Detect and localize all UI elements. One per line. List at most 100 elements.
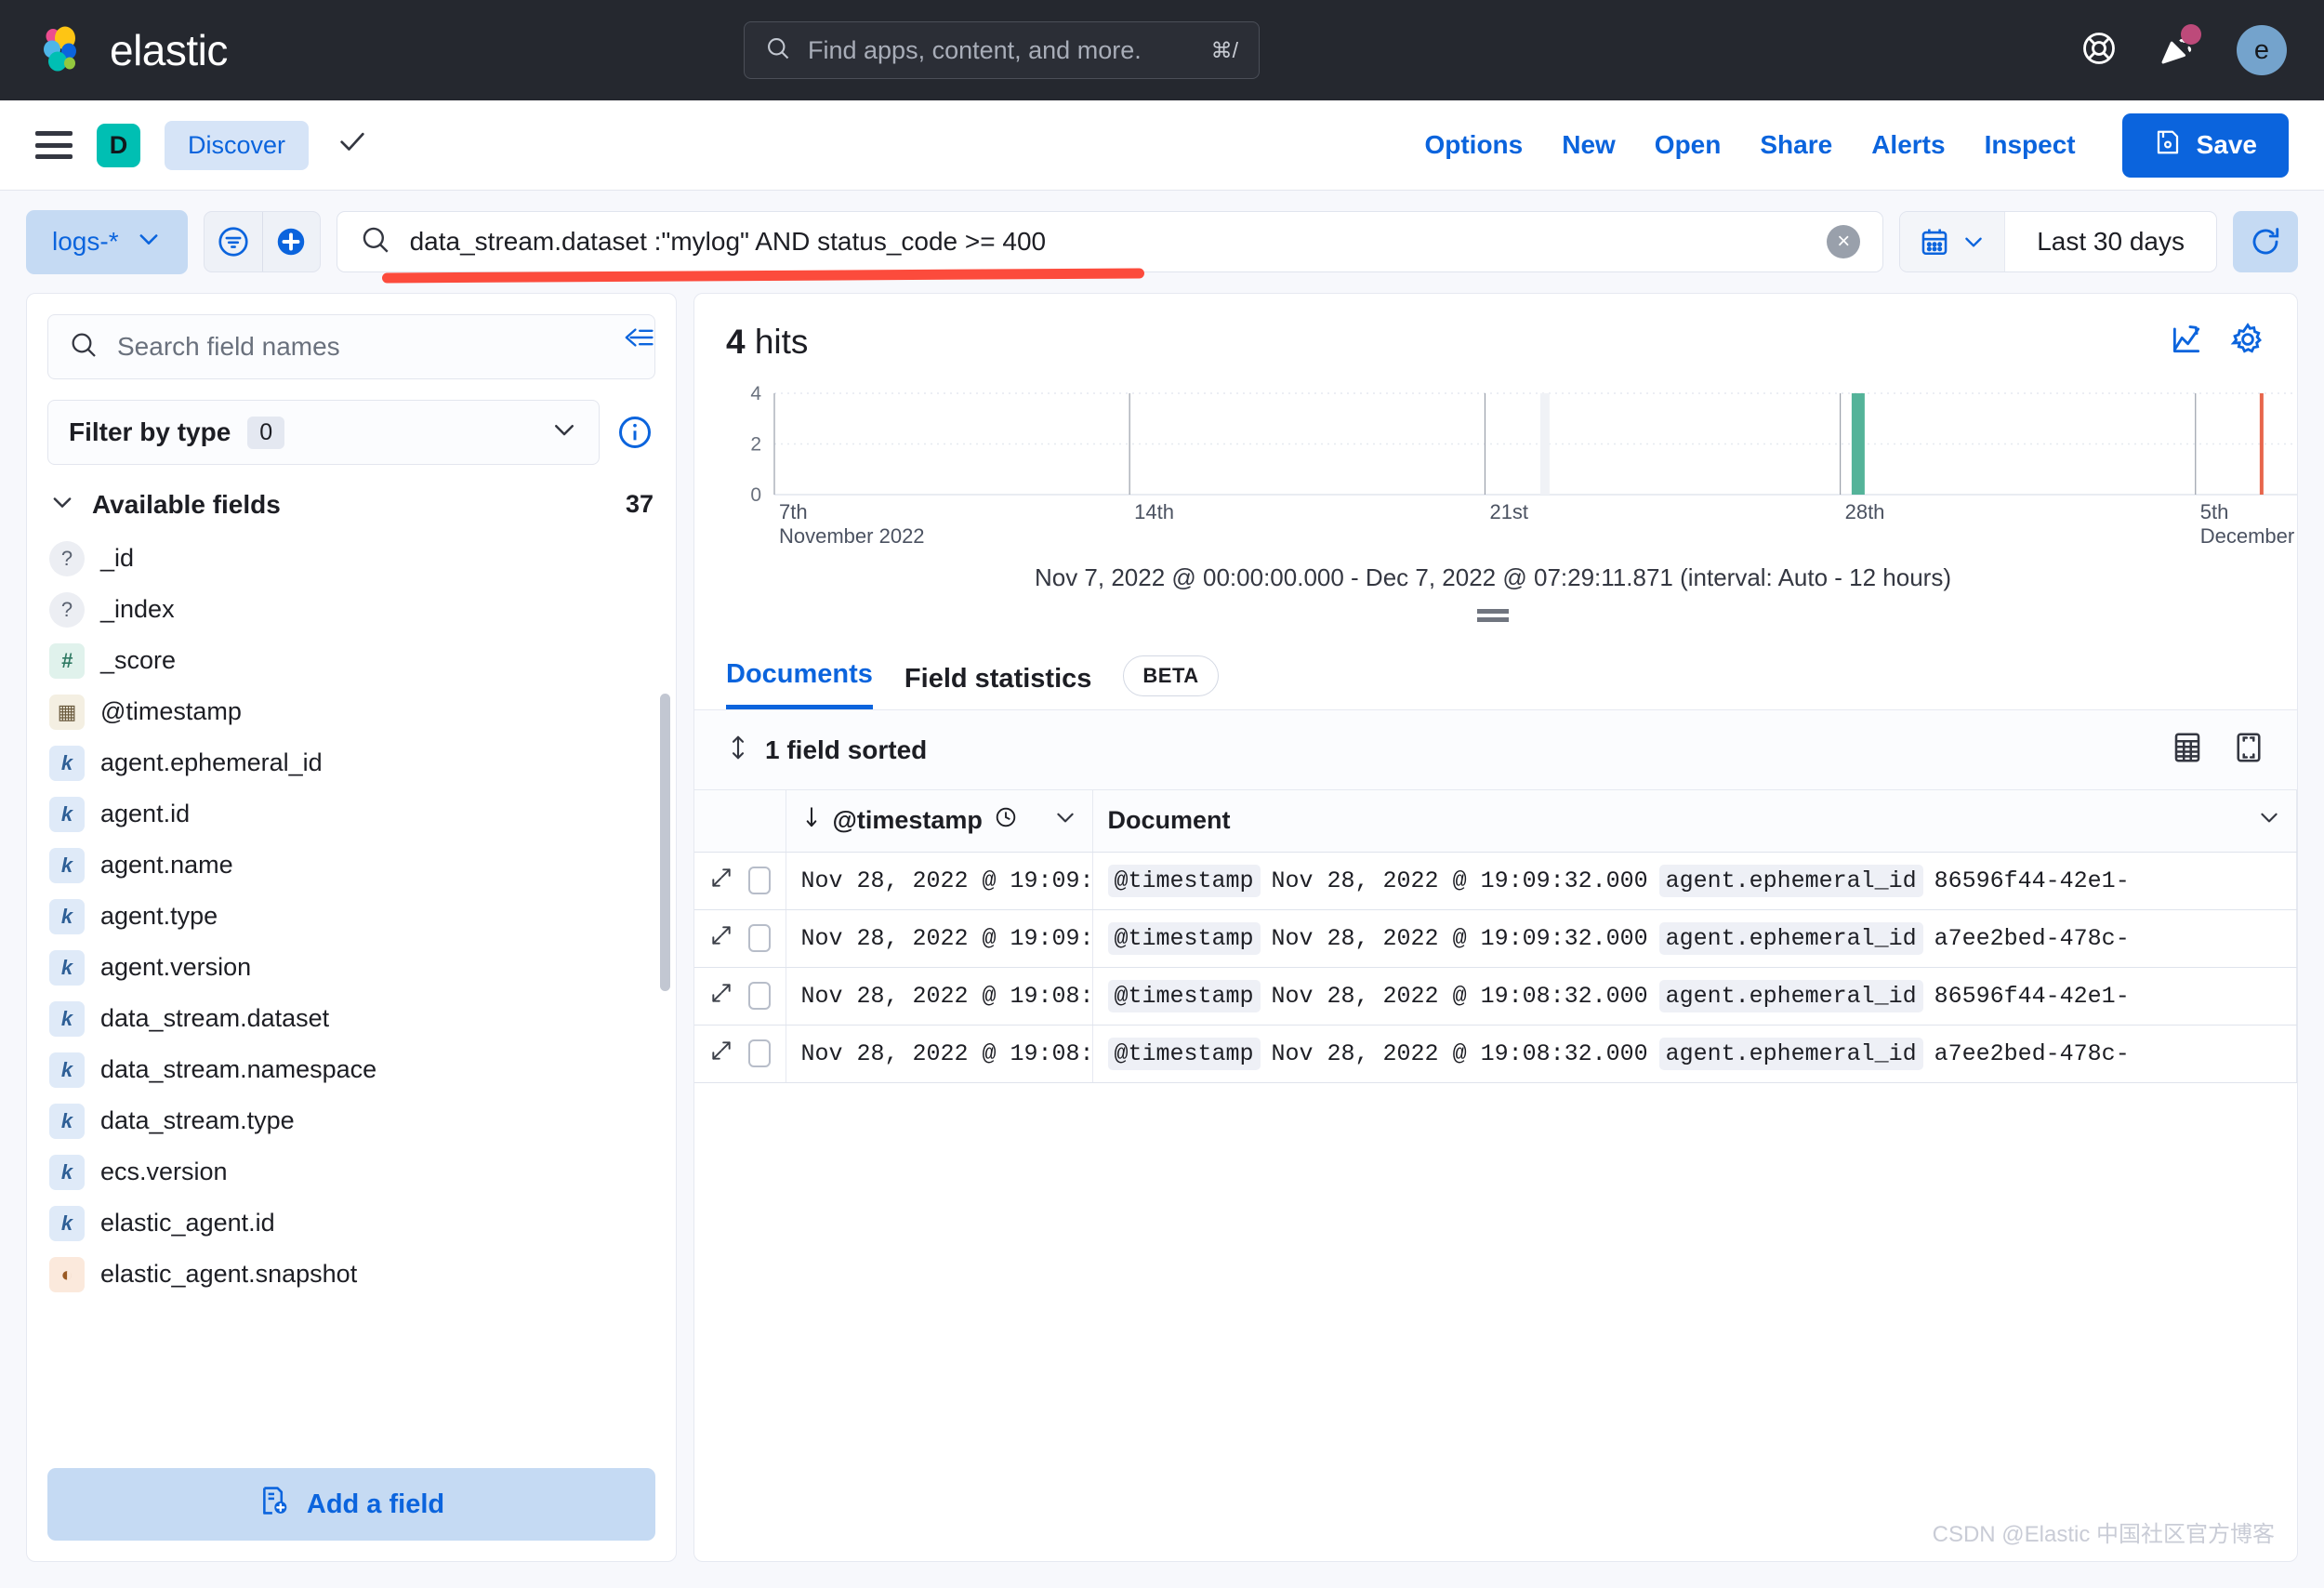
breadcrumb-discover[interactable]: Discover (165, 120, 310, 170)
th-timestamp[interactable]: @timestamp (786, 790, 1093, 853)
new-button[interactable]: New (1562, 130, 1616, 160)
grid-toolbar: 1 field sorted (694, 710, 2297, 790)
add-field-label: Add a field (306, 1489, 445, 1519)
doc-field-key: @timestamp (1107, 921, 1261, 955)
data-view-selector[interactable]: logs-* (26, 209, 188, 274)
field-type-unknown-icon: ? (49, 540, 85, 576)
announcement-icon[interactable] (2159, 23, 2201, 72)
brand-name: elastic (110, 26, 228, 74)
options-button[interactable]: Options (1424, 130, 1523, 160)
cell-document: @timestamp Nov 28, 2022 @ 19:09:32.000 age… (1092, 852, 2297, 910)
save-button[interactable]: Save (2121, 112, 2289, 178)
th-document[interactable]: Document (1092, 790, 2297, 853)
add-field-button[interactable]: Add a field (47, 1468, 655, 1541)
field-row[interactable]: k data_stream.type (49, 1095, 676, 1146)
data-view-label: logs-* (52, 227, 119, 256)
table-row[interactable]: Nov 28, 2022 @ 19:08:32.000 @timestamp Nov… (694, 967, 2297, 1026)
expand-row-icon[interactable] (709, 1039, 733, 1069)
clock-icon (994, 805, 1018, 836)
chevron-down-icon[interactable] (1053, 805, 1077, 836)
th-timestamp-label: @timestamp (832, 806, 983, 835)
edit-visualization-icon[interactable] (2169, 322, 2204, 362)
row-checkbox[interactable] (748, 924, 771, 952)
clear-query-icon[interactable]: × (1827, 225, 1861, 258)
expand-row-icon[interactable] (709, 981, 733, 1012)
row-checkbox[interactable] (748, 982, 771, 1010)
fields-list: ? _id? _index # _score ▦ @timestamp k agent.ephe… (27, 533, 676, 1448)
field-row[interactable]: ◐ elastic_agent.snapshot (49, 1249, 676, 1300)
doc-field-key: agent.ephemeral_id (1658, 921, 1923, 955)
content-tabs: Documents Field statistics BETA (694, 635, 2297, 710)
discover-app-badge[interactable]: D (97, 123, 140, 167)
elastic-brand[interactable]: elastic (0, 24, 228, 76)
available-fields-label: Available fields (92, 489, 281, 519)
sort-icon[interactable] (726, 734, 750, 766)
fullscreen-icon[interactable] (2232, 731, 2265, 769)
table-row[interactable]: Nov 28, 2022 @ 19:09:32.000 @timestamp Nov… (694, 852, 2297, 910)
row-checkbox[interactable] (748, 867, 771, 894)
cell-timestamp: Nov 28, 2022 @ 19:09:32.000 (786, 909, 1093, 968)
inspect-button[interactable]: Inspect (1985, 130, 2076, 160)
field-row[interactable]: k agent.name (49, 840, 676, 891)
query-bar: logs-* data_stream.dataset:"mylog" AND … (0, 191, 2324, 293)
date-picker: Last 30 days (1899, 211, 2217, 272)
field-row[interactable]: ▦ @timestamp (49, 686, 676, 737)
user-avatar[interactable]: e (2237, 25, 2287, 75)
menu-hamburger-icon[interactable] (35, 131, 73, 159)
field-row[interactable]: # _score (49, 635, 676, 686)
field-name: _score (100, 646, 177, 674)
field-row[interactable]: k agent.id (49, 788, 676, 840)
sorted-fields-label[interactable]: 1 field sorted (765, 735, 927, 765)
expand-row-icon[interactable] (709, 866, 733, 896)
field-row[interactable]: ? _id (49, 533, 676, 584)
add-filter-icon[interactable] (261, 212, 320, 271)
hits-histogram[interactable]: 0 2 4 7th November 2022 14th 21st 28th 5th Decemb… (694, 362, 2297, 622)
chevron-down-icon[interactable] (2257, 805, 2281, 836)
doc-field-value: Nov 28, 2022 @ 19:08:32.000 (1271, 1039, 1648, 1067)
save-button-label: Save (2196, 130, 2257, 159)
field-name: agent.version (100, 953, 252, 981)
sidebar-scrollbar[interactable] (660, 694, 670, 991)
panel-resize-handle[interactable] (1477, 609, 1509, 622)
filter-icon[interactable] (205, 212, 262, 271)
refresh-button[interactable] (2233, 211, 2298, 272)
field-name: data_stream.dataset (100, 1004, 330, 1032)
expand-row-icon[interactable] (709, 923, 733, 954)
field-row[interactable]: ? _index (49, 584, 676, 635)
open-button[interactable]: Open (1655, 130, 1722, 160)
field-row[interactable]: k data_stream.dataset (49, 993, 676, 1044)
fields-sidebar: Search field names Filter by type 0 Avai… (26, 293, 677, 1562)
info-icon[interactable] (614, 412, 655, 453)
help-lifering-icon[interactable] (2080, 30, 2118, 72)
date-range-label[interactable]: Last 30 days (2005, 212, 2216, 271)
share-button[interactable]: Share (1760, 130, 1832, 160)
chevron-down-icon (49, 489, 75, 520)
field-type-number-icon: # (49, 642, 85, 679)
table-row[interactable]: Nov 28, 2022 @ 19:09:32.000 @timestamp Nov… (694, 909, 2297, 968)
filter-by-type-select[interactable]: Filter by type 0 (47, 400, 600, 465)
field-name: _index (100, 595, 175, 623)
field-row[interactable]: k data_stream.namespace (49, 1044, 676, 1095)
row-checkbox[interactable] (748, 1039, 771, 1067)
field-row[interactable]: k agent.version (49, 942, 676, 993)
tab-field-statistics[interactable]: Field statistics (905, 664, 1091, 709)
available-fields-header[interactable]: Available fields 37 (27, 465, 676, 533)
gear-icon[interactable] (2230, 322, 2265, 362)
table-row[interactable]: Nov 28, 2022 @ 19:08:32.000 @timestamp Nov… (694, 1025, 2297, 1083)
field-search-input[interactable]: Search field names (47, 314, 655, 379)
alerts-button[interactable]: Alerts (1871, 130, 1945, 160)
field-row[interactable]: k elastic_agent.id (49, 1198, 676, 1249)
field-name: elastic_agent.id (100, 1209, 275, 1237)
global-search-input[interactable]: Find apps, content, and more. ⌘/ (744, 21, 1260, 79)
field-row[interactable]: k agent.ephemeral_id (49, 737, 676, 788)
collapse-sidebar-icon[interactable] (622, 324, 655, 359)
chart-actions (2169, 322, 2265, 362)
field-row[interactable]: k agent.type (49, 891, 676, 942)
query-input[interactable]: data_stream.dataset :"mylog" AND status_… (336, 211, 1884, 284)
doc-field-key: agent.ephemeral_id (1658, 979, 1923, 1012)
field-row[interactable]: k ecs.version (49, 1146, 676, 1198)
density-icon[interactable] (2171, 731, 2204, 769)
calendar-icon[interactable] (1900, 212, 2006, 271)
tab-documents[interactable]: Documents (726, 659, 873, 709)
svg-text:7th: 7th (779, 500, 808, 523)
